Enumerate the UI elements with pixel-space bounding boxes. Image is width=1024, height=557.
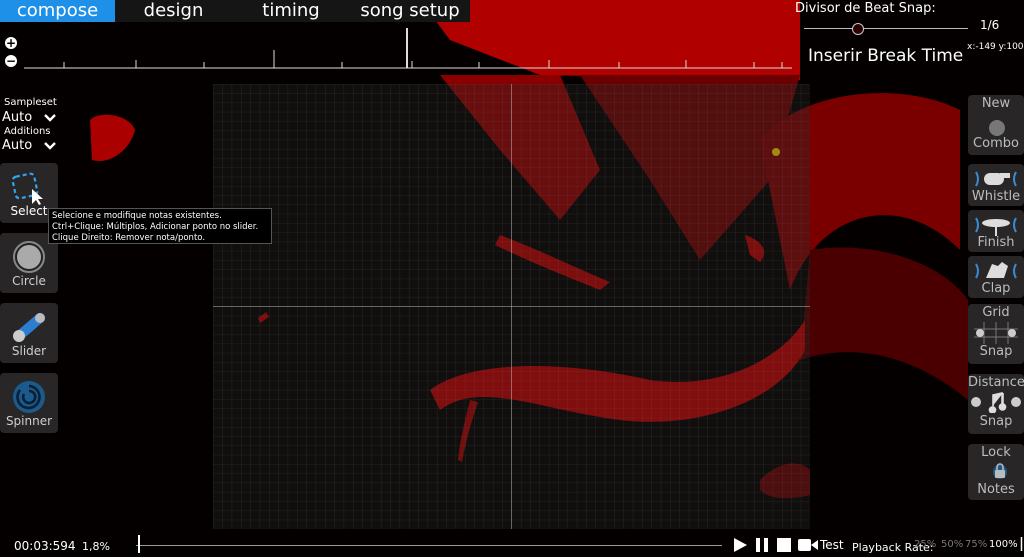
tab-bar: compose design timing song setup — [0, 0, 470, 22]
song-progress-handle[interactable] — [138, 535, 140, 553]
clap-toggle[interactable]: Clap — [968, 256, 1024, 298]
cursor-coords: x:-149 y:100 — [967, 42, 1024, 52]
insert-break-time-button[interactable]: Inserir Break Time — [808, 46, 963, 66]
beat-snap-slider[interactable] — [804, 28, 968, 29]
lock-notes-label-top: Lock — [981, 445, 1011, 460]
playfield-grid[interactable] — [213, 84, 810, 529]
rate-100[interactable]: 100% — [989, 539, 1018, 550]
tooltip: Selecione e modifique notas existentes. … — [48, 208, 272, 244]
tooltip-line: Clique Direito: Remover nota/ponto. — [52, 233, 206, 243]
chevron-down-icon[interactable] — [44, 112, 56, 124]
song-progress-bar[interactable] — [136, 545, 722, 546]
additions-label: Additions — [4, 126, 51, 137]
tab-timing[interactable]: timing — [232, 0, 350, 22]
tab-design[interactable]: design — [115, 0, 232, 22]
tab-compose[interactable]: compose — [0, 0, 115, 22]
tab-song-setup[interactable]: song setup — [350, 0, 470, 22]
lock-notes-toggle[interactable]: Lock Notes — [968, 444, 1024, 500]
finish-toggle[interactable]: Finish — [968, 210, 1024, 252]
new-combo-label-top: New — [981, 96, 1011, 111]
stop-icon[interactable] — [776, 537, 792, 553]
sampleset-label: Sampleset — [4, 97, 57, 108]
whistle-label: Whistle — [971, 189, 1021, 204]
rate-25[interactable]: 25% — [914, 539, 936, 550]
distance-snap-label-top: Distance — [968, 375, 1024, 390]
beat-snap-knob[interactable] — [852, 23, 864, 35]
tooltip-line: Ctrl+Clique: Múltiplos, Adicionar ponto … — [52, 222, 259, 232]
tool-circle-label: Circle — [12, 274, 46, 288]
spinner-icon — [13, 381, 45, 413]
play-icon[interactable] — [732, 537, 748, 553]
music-note-icon — [971, 392, 1021, 413]
tool-slider[interactable]: Slider — [0, 303, 58, 363]
rate-50[interactable]: 50% — [941, 539, 963, 550]
select-icon — [11, 172, 43, 205]
grid-snap-label-top: Grid — [982, 305, 1010, 320]
rate-75[interactable]: 75% — [965, 539, 987, 550]
pause-icon[interactable] — [754, 537, 770, 553]
tool-spinner[interactable]: Spinner — [0, 373, 58, 433]
sampleset-select[interactable]: Auto — [2, 110, 32, 125]
grid-snap-label-bottom: Snap — [979, 344, 1013, 359]
distance-snap-label-bottom: Snap — [979, 414, 1013, 429]
timeline-end-arrow-icon — [1020, 537, 1023, 551]
new-combo-label-bottom: Combo — [973, 136, 1019, 151]
camera-icon[interactable] — [798, 538, 818, 552]
beat-snap-value: 1/6 — [980, 18, 1000, 32]
circle-icon — [13, 241, 45, 273]
progress-percent: 1,8% — [82, 540, 110, 553]
tool-slider-label: Slider — [11, 344, 47, 358]
additions-select[interactable]: Auto — [2, 138, 32, 153]
timeline[interactable] — [24, 28, 792, 72]
whistle-toggle[interactable]: Whistle — [968, 164, 1024, 206]
lock-notes-label-bottom: Notes — [977, 482, 1015, 497]
new-combo-icon — [989, 120, 1005, 136]
finish-label: Finish — [977, 235, 1015, 250]
chevron-down-icon[interactable] — [44, 140, 56, 152]
beat-snap-label: Divisor de Beat Snap: — [795, 1, 936, 16]
current-time: 00:03:594 — [14, 539, 76, 553]
distance-snap-toggle[interactable]: Distance Snap — [968, 374, 1024, 434]
new-combo-toggle[interactable]: New Combo — [968, 95, 1024, 155]
lock-icon — [993, 463, 1007, 479]
grid-icon — [974, 322, 1018, 344]
tool-spinner-label: Spinner — [5, 414, 53, 428]
grid-snap-toggle[interactable]: Grid Snap — [968, 304, 1024, 364]
tooltip-line: Selecione e modifique notas existentes. — [52, 211, 222, 221]
clap-label: Clap — [981, 281, 1011, 296]
zoom-out-icon[interactable]: − — [5, 55, 17, 67]
zoom-in-icon[interactable]: + — [5, 37, 17, 49]
test-button[interactable]: Test — [820, 538, 844, 552]
slider-icon — [13, 313, 45, 342]
